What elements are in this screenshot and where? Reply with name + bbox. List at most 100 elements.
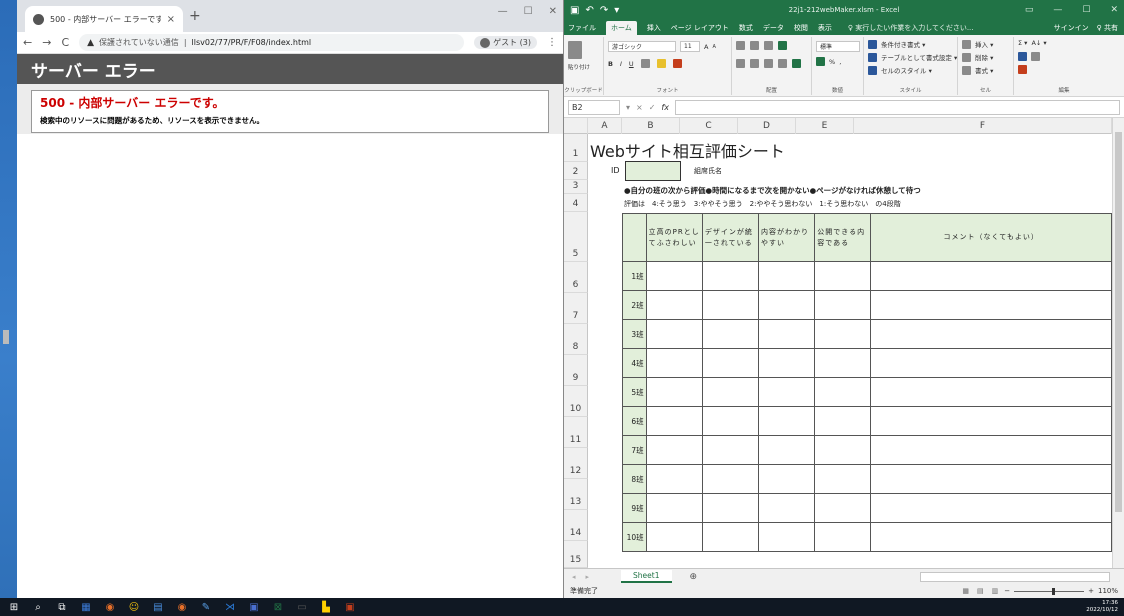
row-header[interactable]: 3: [564, 180, 588, 194]
tab-home[interactable]: ホーム: [606, 20, 637, 35]
font-color-icon[interactable]: [672, 59, 682, 68]
comment-cell[interactable]: [870, 493, 1112, 523]
zoom-in-icon[interactable]: +: [1088, 587, 1094, 595]
rating-cell[interactable]: [645, 290, 703, 320]
rating-cell[interactable]: [814, 261, 872, 291]
rating-cell[interactable]: [814, 406, 872, 436]
rating-cell[interactable]: [758, 290, 816, 320]
minimize-icon[interactable]: —: [498, 6, 508, 17]
group-label-cell[interactable]: 2班: [622, 290, 647, 320]
close-icon[interactable]: ✕: [549, 6, 557, 17]
rating-cell[interactable]: [701, 464, 760, 494]
comment-cell[interactable]: [870, 319, 1112, 349]
rating-cell[interactable]: [758, 522, 816, 552]
vscode-icon[interactable]: ⋊: [224, 601, 236, 613]
rating-cell[interactable]: [645, 377, 703, 407]
align-top-icon[interactable]: [736, 41, 745, 50]
tab-data[interactable]: データ: [763, 23, 784, 33]
zoom-level[interactable]: 110%: [1098, 587, 1118, 595]
comment-cell[interactable]: [870, 290, 1112, 320]
rating-cell[interactable]: [814, 435, 872, 465]
column-header-f[interactable]: F: [854, 118, 1112, 134]
comment-cell[interactable]: [870, 464, 1112, 494]
rating-cell[interactable]: [814, 377, 872, 407]
taskbar-app-icon[interactable]: ▤: [152, 601, 164, 613]
row-header[interactable]: 14: [564, 510, 588, 541]
row-header[interactable]: 1: [564, 134, 588, 162]
system-clock[interactable]: 17:36 2022/10/12: [1086, 600, 1124, 614]
tab-insert[interactable]: 挿入: [647, 23, 661, 33]
find-select-icon[interactable]: [1031, 52, 1040, 61]
rating-cell[interactable]: [814, 522, 872, 552]
name-box[interactable]: B2: [568, 99, 620, 115]
row-header[interactable]: 6: [564, 262, 588, 293]
search-icon[interactable]: ⌕: [32, 601, 44, 613]
sheet-title[interactable]: Webサイト相互評価シート: [590, 138, 785, 162]
font-grow-button[interactable]: A: [704, 43, 708, 51]
group-label-cell[interactable]: 3班: [622, 319, 647, 349]
header-cell[interactable]: 公開できる内容である: [814, 213, 872, 262]
ribbon-display-icon[interactable]: ▭: [1025, 5, 1034, 15]
insert-cells-button[interactable]: 挿入 ▾: [975, 39, 993, 49]
horizontal-scrollbar[interactable]: [920, 571, 1110, 582]
vertical-scrollbar[interactable]: [1112, 118, 1124, 568]
cancel-entry-icon[interactable]: ×: [636, 103, 643, 112]
rating-cell[interactable]: [701, 435, 760, 465]
rating-cell[interactable]: [701, 522, 760, 552]
excel-icon[interactable]: ⊠: [272, 601, 284, 613]
taskbar-app-icon[interactable]: ◉: [104, 601, 116, 613]
rating-cell[interactable]: [645, 522, 703, 552]
rating-cell[interactable]: [645, 406, 703, 436]
paste-icon[interactable]: [568, 41, 582, 59]
tab-view[interactable]: 表示: [818, 23, 832, 33]
column-header-c[interactable]: C: [680, 118, 738, 134]
id-input-cell[interactable]: [625, 161, 681, 181]
row-header[interactable]: 8: [564, 324, 588, 355]
currency-icon[interactable]: [816, 57, 825, 66]
wrap-text-icon[interactable]: [778, 41, 787, 50]
insert-function-icon[interactable]: fx: [661, 103, 669, 112]
comment-cell[interactable]: [870, 435, 1112, 465]
autosum-button[interactable]: Σ ▾: [1018, 39, 1027, 47]
rating-cell[interactable]: [814, 493, 872, 523]
name-box-dropdown-icon[interactable]: ▾: [626, 103, 630, 112]
sheet-next-icon[interactable]: ▸: [586, 573, 590, 581]
align-right-icon[interactable]: [764, 59, 773, 68]
rating-cell[interactable]: [758, 493, 816, 523]
taskbar-app-icon[interactable]: ▙: [320, 601, 332, 613]
comment-cell[interactable]: [870, 522, 1112, 552]
comment-cell[interactable]: [870, 261, 1112, 291]
tell-me-box[interactable]: ♀ 実行したい作業を入力してください...: [848, 23, 974, 33]
underline-button[interactable]: U: [629, 60, 634, 68]
scroll-thumb[interactable]: [1115, 132, 1122, 512]
taskbar-app-icon[interactable]: ☺: [128, 601, 140, 613]
fill-icon[interactable]: [1018, 52, 1027, 61]
rating-cell[interactable]: [758, 377, 816, 407]
start-icon[interactable]: ⊞: [8, 601, 20, 613]
task-view-icon[interactable]: ⧉: [56, 601, 68, 613]
orientation-icon[interactable]: [764, 41, 773, 50]
header-cell[interactable]: 立高のPRとしてふさわしい: [645, 213, 703, 262]
rating-cell[interactable]: [701, 290, 760, 320]
align-center-icon[interactable]: [750, 59, 759, 68]
taskbar-app-icon[interactable]: ▦: [80, 601, 92, 613]
delete-cells-button[interactable]: 削除 ▾: [975, 52, 993, 62]
number-format-select[interactable]: 標準: [816, 41, 860, 52]
select-all-corner[interactable]: [564, 118, 588, 134]
group-label-cell[interactable]: 4班: [622, 348, 647, 378]
rating-cell[interactable]: [645, 493, 703, 523]
group-label-cell[interactable]: 7班: [622, 435, 647, 465]
format-cells-button[interactable]: 書式 ▾: [975, 65, 993, 75]
clear-icon[interactable]: [1018, 65, 1027, 74]
rating-cell[interactable]: [645, 261, 703, 291]
rating-cell[interactable]: [814, 319, 872, 349]
normal-view-icon[interactable]: ▦: [962, 587, 969, 595]
format-as-table-button[interactable]: テーブルとして書式設定 ▾: [881, 52, 957, 62]
rating-cell[interactable]: [645, 348, 703, 378]
font-shrink-button[interactable]: A: [712, 44, 715, 50]
italic-button[interactable]: I: [620, 60, 622, 68]
row-header[interactable]: 9: [564, 355, 588, 386]
close-icon[interactable]: ✕: [1110, 5, 1118, 15]
address-bar[interactable]: ▲ 保護されていない通信 | llsv02/77/PR/F/F08/index.…: [79, 34, 465, 51]
page-break-view-icon[interactable]: ▥: [992, 587, 999, 595]
